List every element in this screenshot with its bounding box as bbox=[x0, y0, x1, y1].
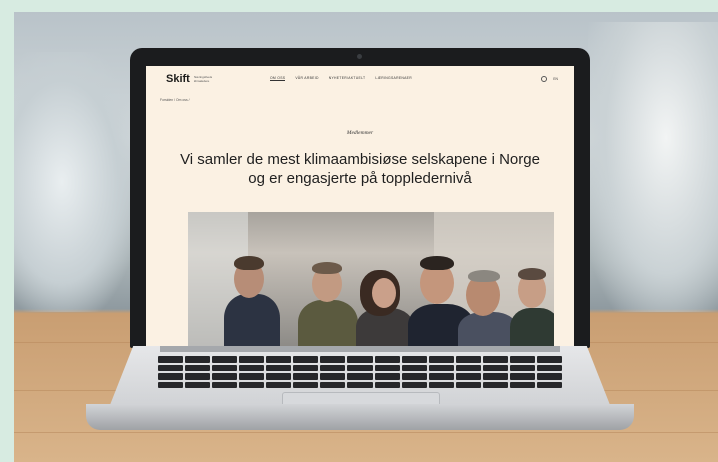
keyboard-key bbox=[185, 381, 211, 388]
keyboard-key bbox=[401, 364, 427, 371]
keyboard-key bbox=[428, 364, 454, 371]
keyboard-key bbox=[482, 373, 508, 380]
keyboard-key bbox=[293, 381, 319, 388]
audience-person-hair bbox=[234, 256, 264, 270]
keyboard-key bbox=[185, 364, 211, 371]
headline-line-2: og er engasjerte på toppledernivå bbox=[248, 170, 472, 187]
keyboard-key bbox=[401, 381, 427, 388]
audience-person-head bbox=[372, 278, 396, 308]
audience-person bbox=[458, 312, 518, 348]
keyboard-key bbox=[347, 356, 373, 363]
keyboard-key bbox=[239, 364, 265, 371]
breadcrumb[interactable]: Forsiden / Om oss / bbox=[160, 98, 190, 102]
keyboard-key bbox=[320, 356, 346, 363]
keyboard-key bbox=[293, 356, 319, 363]
main-menu: OM OSS VÅR ARBEID NYHETER/AKTUELT LÆRING… bbox=[270, 76, 412, 81]
laptop-hinge bbox=[160, 346, 560, 352]
headline-line-1: Vi samler de mest klimaambisiøse selskap… bbox=[180, 151, 540, 168]
nav-item-laeringsarenaer[interactable]: LÆRINGSARENAER bbox=[375, 76, 412, 81]
keyboard-key bbox=[509, 381, 535, 388]
audience-person bbox=[224, 294, 280, 348]
audience-person-hair bbox=[468, 270, 500, 282]
section-kicker: Medlemmer bbox=[346, 130, 374, 136]
keyboard-key bbox=[293, 364, 319, 371]
keyboard-key bbox=[455, 356, 481, 363]
keyboard-key bbox=[185, 373, 211, 380]
nav-item-om-oss[interactable]: OM OSS bbox=[270, 76, 286, 81]
keyboard-key bbox=[320, 364, 346, 371]
keyboard-key bbox=[509, 356, 535, 363]
keyboard-key bbox=[293, 373, 319, 380]
keyboard-key bbox=[266, 381, 292, 388]
keyboard-key bbox=[536, 381, 562, 388]
laptop-keyboard bbox=[158, 356, 562, 388]
audience-person-hair bbox=[420, 256, 454, 270]
keyboard-key bbox=[212, 381, 238, 388]
laptop-front-edge bbox=[86, 404, 634, 430]
keyboard-key bbox=[374, 373, 400, 380]
webcam-icon bbox=[357, 54, 362, 59]
audience-person bbox=[510, 308, 554, 348]
keyboard-key bbox=[212, 356, 238, 363]
window-blur-left bbox=[14, 52, 134, 312]
audience-person-hair bbox=[312, 262, 342, 274]
keyboard-key bbox=[428, 356, 454, 363]
logo-tagline: Næringslivets klimaledere bbox=[194, 75, 213, 83]
window-blur-right bbox=[588, 22, 718, 312]
keyboard-key bbox=[347, 364, 373, 371]
keyboard-key bbox=[536, 373, 562, 380]
keyboard-key bbox=[374, 356, 400, 363]
keyboard-key bbox=[455, 373, 481, 380]
search-icon[interactable] bbox=[541, 76, 548, 82]
keyboard-key bbox=[320, 381, 346, 388]
keyboard-key bbox=[266, 364, 292, 371]
keyboard-key bbox=[239, 373, 265, 380]
keyboard-key bbox=[536, 364, 562, 371]
site-logo[interactable]: Skift bbox=[166, 73, 190, 85]
keyboard-key bbox=[158, 381, 184, 388]
keyboard-key bbox=[347, 373, 373, 380]
keyboard-key bbox=[320, 373, 346, 380]
nav-item-vart-arbeid[interactable]: VÅR ARBEID bbox=[295, 76, 318, 81]
keyboard-key bbox=[455, 364, 481, 371]
keyboard-key bbox=[401, 373, 427, 380]
keyboard-key bbox=[185, 356, 211, 363]
keyboard-key bbox=[239, 356, 265, 363]
keyboard-key bbox=[482, 381, 508, 388]
keyboard-key bbox=[158, 373, 184, 380]
keyboard-key bbox=[428, 373, 454, 380]
table-grain bbox=[14, 432, 718, 433]
audience-person-hair bbox=[518, 268, 546, 280]
audience-person bbox=[298, 300, 358, 348]
nav-item-nyheter[interactable]: NYHETER/AKTUELT bbox=[329, 76, 366, 81]
header-tools: EN bbox=[541, 76, 558, 82]
keyboard-key bbox=[158, 356, 184, 363]
keyboard-key bbox=[266, 356, 292, 363]
keyboard-key bbox=[158, 364, 184, 371]
keyboard-key bbox=[428, 381, 454, 388]
language-toggle[interactable]: EN bbox=[553, 77, 558, 81]
hero-photo bbox=[188, 212, 554, 348]
page-headline: Vi samler de mest klimaambisiøse selskap… bbox=[176, 150, 544, 188]
keyboard-key bbox=[212, 373, 238, 380]
keyboard-key bbox=[212, 364, 238, 371]
keyboard-key bbox=[482, 356, 508, 363]
keyboard-key bbox=[266, 373, 292, 380]
site-header: Skift Næringslivets klimaledere OM OSS V… bbox=[146, 66, 574, 94]
keyboard-key bbox=[374, 364, 400, 371]
keyboard-key bbox=[536, 356, 562, 363]
keyboard-key bbox=[347, 381, 373, 388]
laptop-lid: Skift Næringslivets klimaledere OM OSS V… bbox=[130, 48, 590, 348]
keyboard-key bbox=[455, 381, 481, 388]
keyboard-key bbox=[374, 381, 400, 388]
keyboard-key bbox=[239, 381, 265, 388]
laptop-screen: Skift Næringslivets klimaledere OM OSS V… bbox=[146, 66, 574, 348]
keyboard-key bbox=[401, 356, 427, 363]
keyboard-key bbox=[482, 364, 508, 371]
keyboard-key bbox=[509, 364, 535, 371]
keyboard-key bbox=[509, 373, 535, 380]
